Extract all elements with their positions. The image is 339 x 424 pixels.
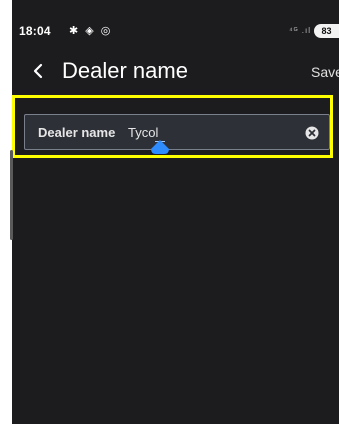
save-button[interactable]: Save [311, 64, 339, 80]
notification-icons: ✱ ◈ ◎ [69, 25, 113, 37]
side-edge [10, 150, 13, 240]
clear-icon[interactable] [305, 126, 319, 140]
signal-icon: ⁴ᴳ .ıl [289, 26, 311, 35]
status-time: 18:04 [19, 24, 51, 38]
dealer-name-input[interactable]: Tycol [128, 125, 158, 140]
dealer-name-field[interactable]: Dealer name Tycol [24, 114, 330, 150]
battery-icon: 83 [314, 24, 339, 38]
top-bar: Dealer name Save [12, 50, 339, 94]
field-label: Dealer name [38, 125, 116, 140]
back-arrow-icon[interactable] [28, 59, 48, 83]
page-title: Dealer name [62, 58, 188, 83]
app-screen: 18:04 ✱ ◈ ◎ ⁴ᴳ .ıl 83 Dealer name Save D… [12, 0, 339, 424]
status-bar: 18:04 ✱ ◈ ◎ ⁴ᴳ .ıl 83 [12, 0, 339, 44]
text-cursor-handle-icon[interactable] [150, 140, 170, 154]
